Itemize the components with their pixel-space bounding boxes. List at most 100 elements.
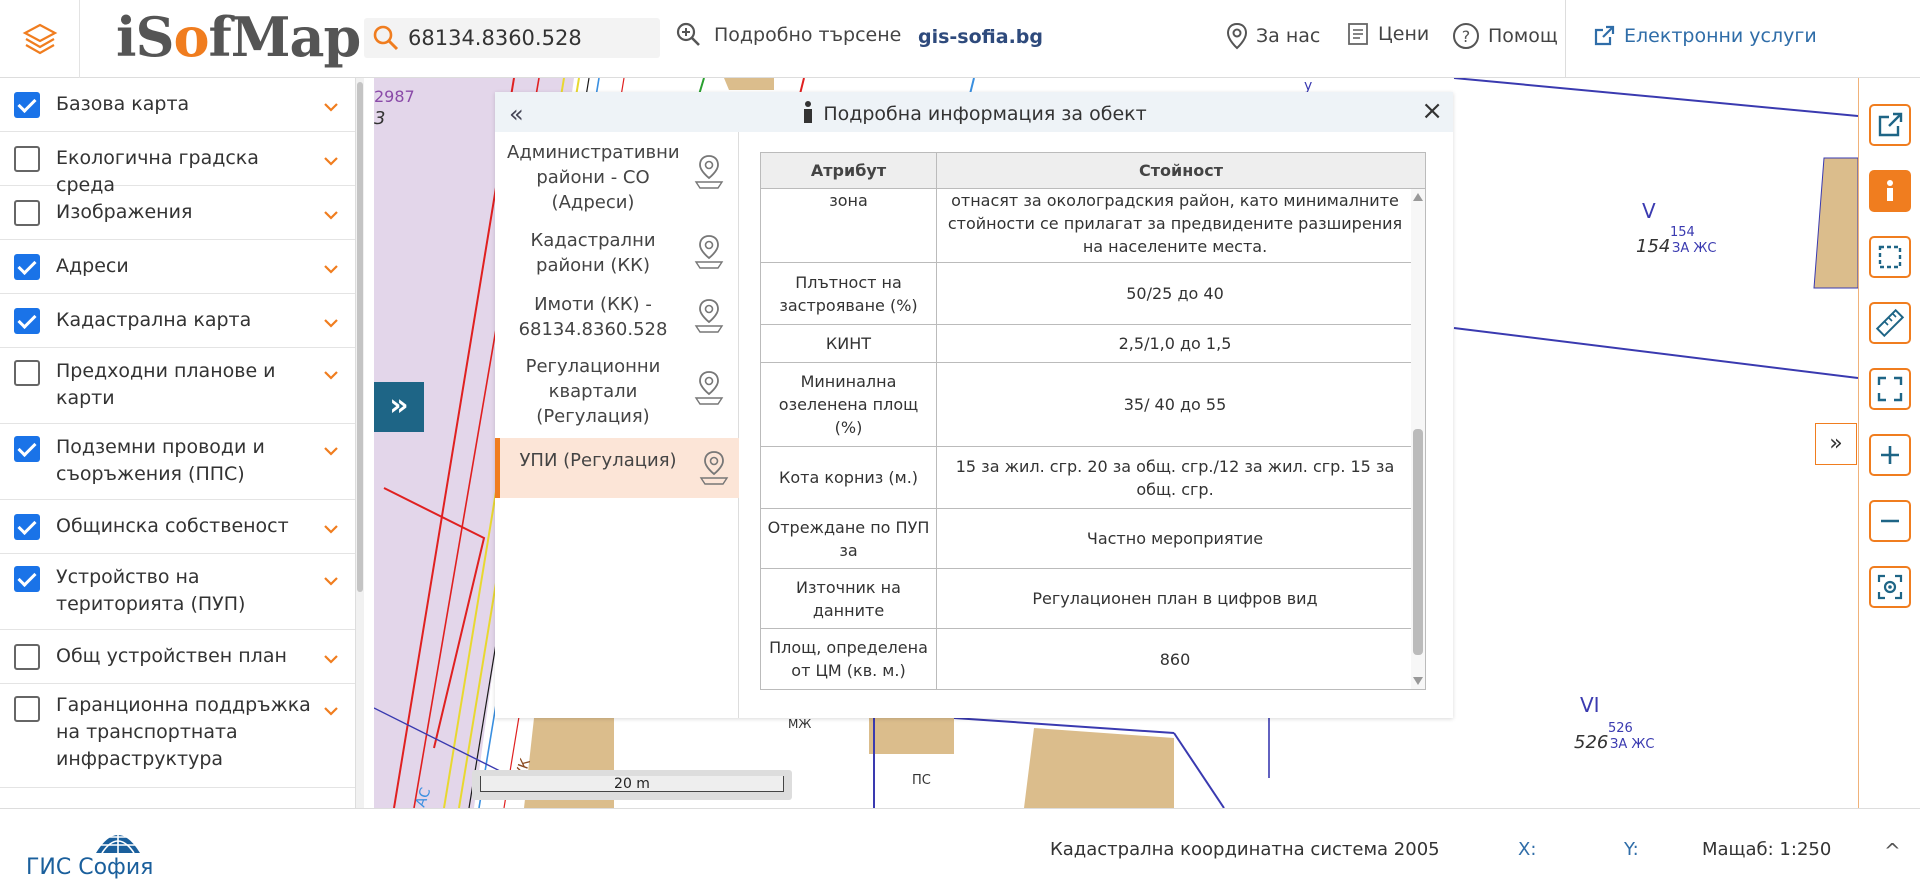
panel-layer-label: Административни райони - СО (Адреси) (507, 142, 680, 213)
chevron-down-icon[interactable] (324, 704, 338, 718)
close-icon[interactable]: × (1421, 96, 1443, 126)
layer-row-general-plan[interactable]: Общ устройствен план (0, 630, 355, 684)
layer-row-previous-plans[interactable]: Предходни планове и карти (0, 348, 355, 424)
chevron-up-icon[interactable]: ^ (1884, 839, 1901, 863)
attribute-table: Атрибут Стойност зона отнасят за окологр… (760, 152, 1426, 690)
chevron-down-icon[interactable] (324, 444, 338, 458)
layer-checkbox[interactable] (14, 308, 40, 334)
zoom-in-button[interactable] (1869, 434, 1911, 476)
expand-right-panel-button[interactable]: » (1815, 423, 1857, 465)
search-box (364, 18, 660, 58)
layer-row-images[interactable]: Изображения (0, 186, 355, 240)
prices-link[interactable]: Цени (1346, 22, 1429, 46)
scroll-up-icon[interactable] (1413, 193, 1423, 201)
about-link[interactable]: За нас (1226, 22, 1320, 50)
layer-row-pup[interactable]: Устройство на територията (ПУП) (0, 554, 355, 630)
layers-toggle-button[interactable] (0, 0, 80, 78)
layer-checkbox[interactable] (14, 696, 40, 722)
scrollbar-thumb[interactable] (357, 82, 363, 592)
layer-label: Кадастрална карта (56, 309, 252, 331)
scrollbar-thumb[interactable] (1413, 429, 1423, 655)
expand-sidebar-button[interactable]: » (374, 382, 424, 432)
sidebar-scrollbar[interactable] (356, 78, 364, 808)
advanced-search-link[interactable]: Подробно търсене (676, 22, 901, 48)
chevron-down-icon[interactable] (324, 522, 338, 536)
chevron-down-icon[interactable] (324, 262, 338, 276)
panel-layer-item[interactable]: Кадастрални райони (КК) (495, 222, 739, 286)
header-divider (1565, 0, 1566, 78)
map-pin-icon[interactable] (693, 298, 725, 334)
panel-layer-item[interactable]: Регулационни квартали (Регулация) (495, 350, 739, 438)
layer-checkbox[interactable] (14, 146, 40, 172)
layer-checkbox[interactable] (14, 644, 40, 670)
price-list-icon (1348, 23, 1368, 45)
map-pin-icon[interactable] (693, 154, 725, 190)
chevron-down-icon[interactable] (324, 208, 338, 222)
layer-checkbox[interactable] (14, 514, 40, 540)
chevron-down-icon[interactable] (324, 100, 338, 114)
panel-layer-item-active[interactable]: УПИ (Регулация) (495, 438, 739, 498)
share-button[interactable] (1869, 104, 1911, 146)
layer-row-underground[interactable]: Подземни проводи и съоръжения (ППС) (0, 424, 355, 500)
full-extent-button[interactable] (1869, 368, 1911, 410)
chevron-down-icon[interactable] (324, 574, 338, 588)
x-coordinate-label: X: (1518, 839, 1537, 860)
layer-checkbox[interactable] (14, 566, 40, 592)
locate-button[interactable] (1869, 566, 1911, 608)
table-cell-value: Частно мероприятие (1086, 529, 1264, 548)
layer-label: Устройство на територията (ПУП) (56, 566, 246, 615)
gis-sofia-link[interactable]: gis-sofia.bg (918, 26, 1043, 48)
column-header-attribute: Атрибут (761, 153, 937, 188)
layer-checkbox[interactable] (14, 254, 40, 280)
chevron-down-icon[interactable] (324, 652, 338, 666)
map-pin-icon[interactable] (693, 370, 725, 406)
column-header-value: Стойност (1138, 161, 1224, 180)
ruler-icon (1875, 308, 1905, 338)
layer-checkbox[interactable] (14, 360, 40, 386)
info-tool-button[interactable] (1869, 170, 1911, 212)
help-link[interactable]: ? Помощ (1452, 22, 1558, 50)
fullscreen-icon (1877, 376, 1903, 402)
layer-row-base-map[interactable]: Базова карта (0, 78, 355, 132)
map-pin-icon[interactable] (693, 234, 725, 270)
panel-layer-item[interactable]: Административни райони - СО (Адреси) (495, 134, 739, 222)
table-cell-attribute: Източник на данните (761, 569, 937, 628)
layer-checkbox[interactable] (14, 436, 40, 462)
chevron-down-icon[interactable] (324, 316, 338, 330)
scroll-down-icon[interactable] (1413, 677, 1423, 685)
layer-row-ecology[interactable]: Екологична градска среда (0, 132, 355, 196)
select-area-button[interactable] (1869, 236, 1911, 278)
layer-row-addresses[interactable]: Адреси (0, 240, 355, 294)
table-cell-value: отнасят за околоградския район, като мин… (947, 191, 1403, 256)
panel-layer-label: Имоти (КК) - 68134.8360.528 (518, 294, 668, 340)
layer-row-transport[interactable]: Гаранционна поддръжка на транспортната и… (0, 684, 355, 788)
layer-checkbox[interactable] (14, 200, 40, 226)
search-input[interactable] (408, 26, 648, 50)
layer-row-cadastral[interactable]: Кадастрална карта (0, 294, 355, 348)
zoom-out-button[interactable] (1869, 500, 1911, 542)
table-cell-attribute: Отреждане по ПУП за (761, 509, 937, 568)
scale-bar: 20 m (472, 770, 792, 800)
status-bar: ГИС София Кадастрална координатна систем… (0, 808, 1920, 880)
location-pin-icon (1226, 22, 1248, 50)
scale-readout[interactable]: Мащаб: 1:250 (1702, 839, 1831, 860)
search-icon[interactable] (372, 24, 400, 52)
eservices-link[interactable]: Електронни услуги (1592, 24, 1817, 48)
layer-checkbox[interactable] (14, 92, 40, 118)
table-row: Плътност на застрояване (%) 50/25 до 40 (761, 263, 1413, 325)
table-cell-value: 15 за жил. сгр. 20 за общ. сгр./12 за жи… (955, 456, 1395, 499)
panel-layer-item[interactable]: Имоти (КК) - 68134.8360.528 (495, 286, 739, 350)
panel-title-text: Подробна информация за обект (823, 103, 1147, 125)
measure-button[interactable] (1869, 302, 1911, 344)
chevron-down-icon[interactable] (324, 368, 338, 382)
layer-row-municipal[interactable]: Общинска собственост (0, 500, 355, 554)
chevron-down-icon[interactable] (324, 154, 338, 168)
table-row: Кота корниз (м.) 15 за жил. сгр. 20 за о… (761, 447, 1413, 509)
layers-icon (22, 23, 57, 54)
map-label: V (1642, 199, 1656, 223)
map-pin-icon[interactable] (698, 450, 730, 486)
panel-layer-label: Регулационни квартали (Регулация) (525, 356, 661, 427)
table-scrollbar[interactable] (1411, 189, 1425, 689)
advanced-search-label: Подробно търсене (714, 24, 902, 46)
app-logo[interactable]: iSofMap (116, 5, 361, 69)
